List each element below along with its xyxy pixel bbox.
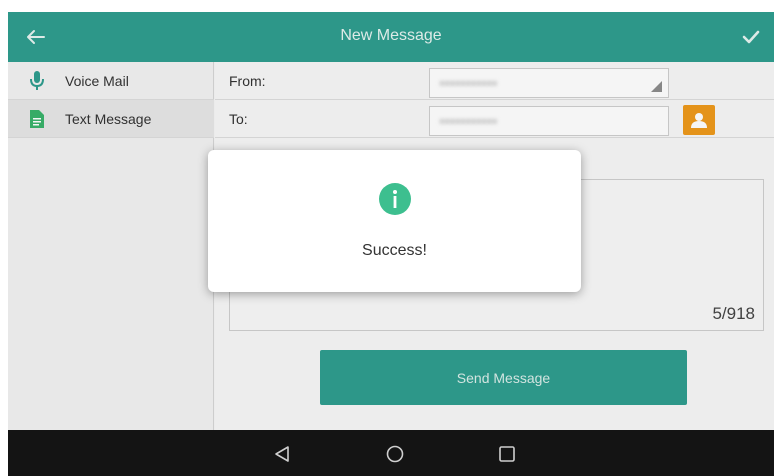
- nav-recents-button[interactable]: [495, 442, 519, 466]
- dialog-message: Success!: [362, 242, 427, 259]
- back-triangle-icon: [275, 446, 289, 462]
- nav-back-button[interactable]: [270, 442, 294, 466]
- success-dialog: Success!: [208, 150, 581, 292]
- home-circle-icon: [386, 445, 404, 463]
- android-nav-bar: [8, 430, 774, 476]
- info-icon: [379, 183, 411, 215]
- recents-square-icon: [499, 446, 515, 462]
- nav-home-button[interactable]: [383, 442, 407, 466]
